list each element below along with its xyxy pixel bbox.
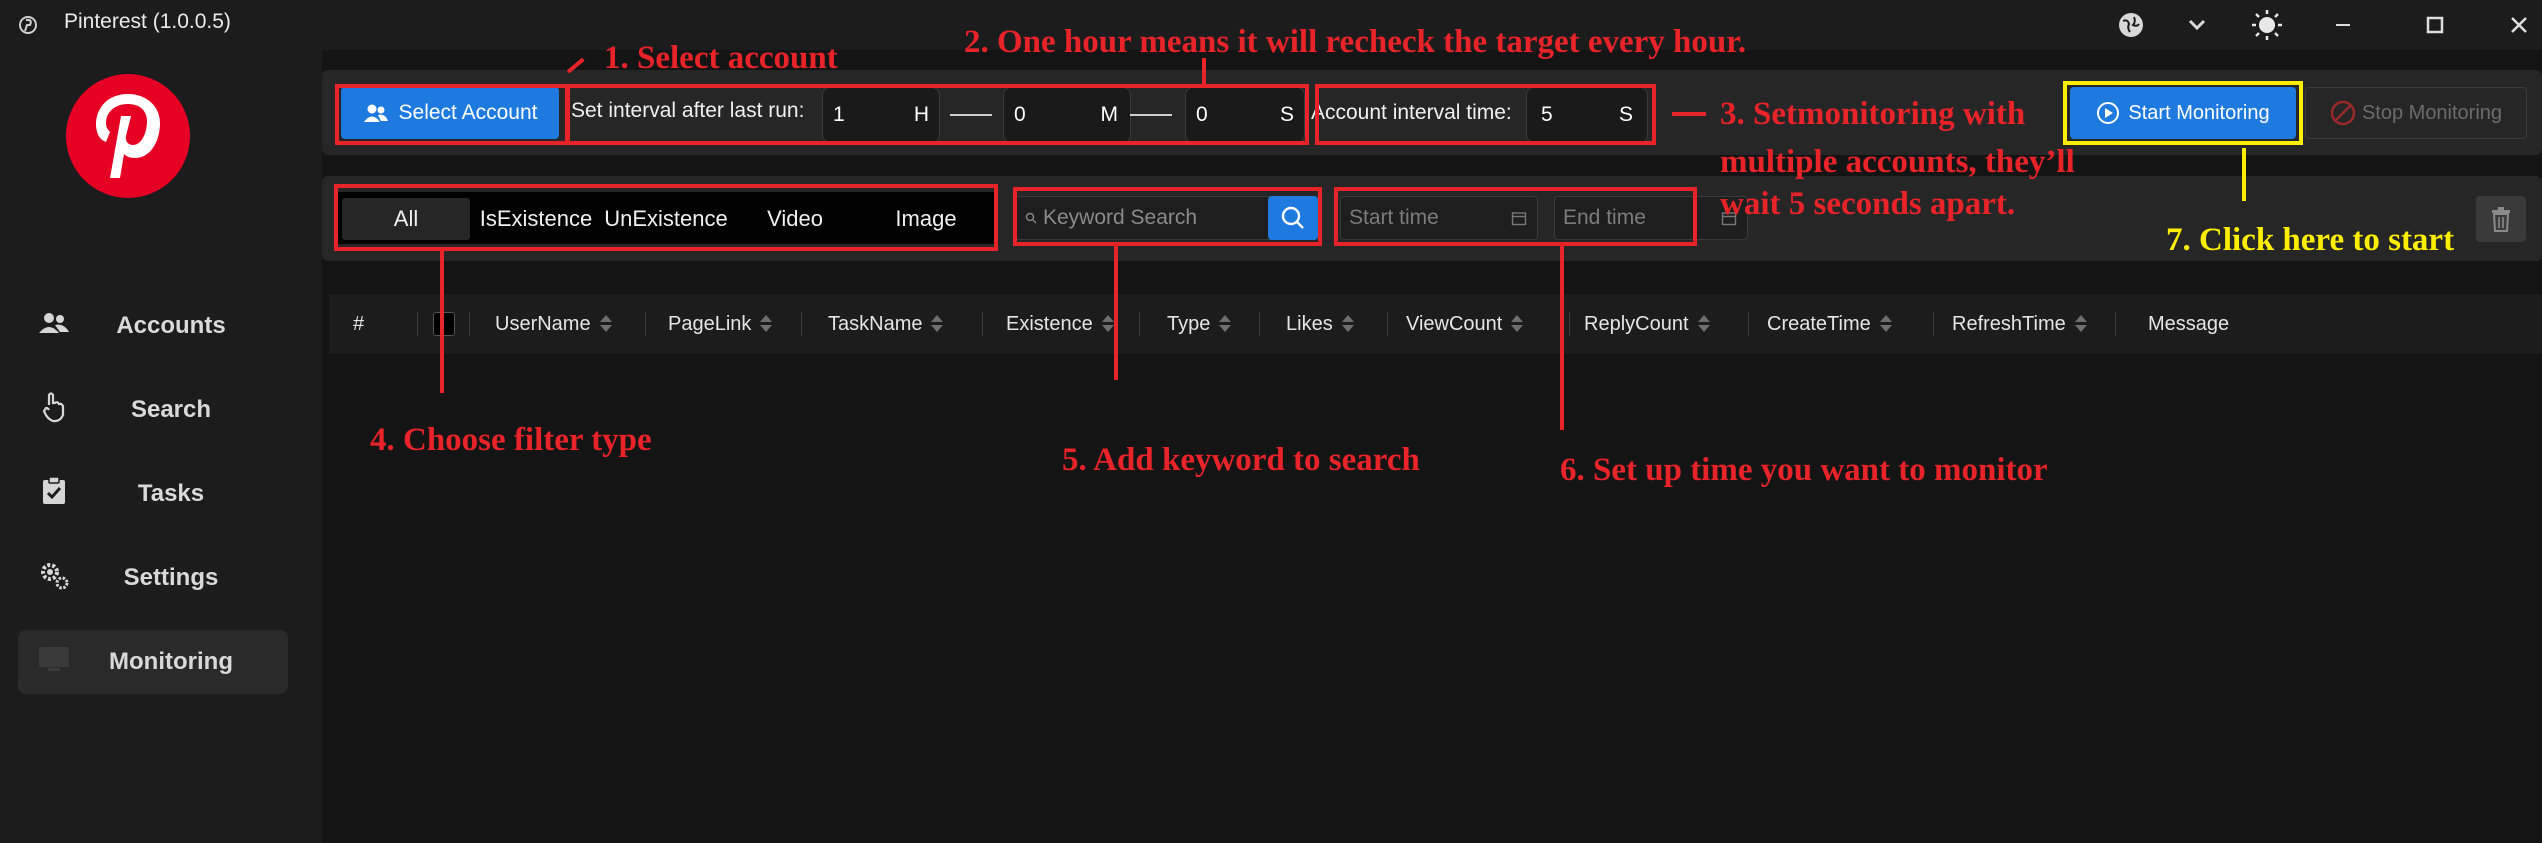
col-message: Message xyxy=(2148,312,2230,335)
annotation-box-start xyxy=(2063,81,2303,145)
sidebar-item-label: Tasks xyxy=(137,480,205,507)
annotation-4: 4. Choose filter type xyxy=(370,422,652,458)
col-existence-label: Existence xyxy=(1006,312,1093,335)
trash-icon xyxy=(2492,207,2510,232)
sidebar-item-label: Search xyxy=(130,396,212,423)
annotation-box-search xyxy=(1013,187,1322,246)
sidebar-item-tasks[interactable]: Tasks xyxy=(18,462,288,526)
minimize-icon[interactable] xyxy=(2324,6,2362,44)
col-taskname[interactable]: TaskName xyxy=(828,294,944,354)
annotation-line xyxy=(1202,58,1206,86)
col-username-label: UserName xyxy=(495,312,591,335)
sidebar-item-search[interactable]: Search xyxy=(18,378,288,442)
col-pagelink[interactable]: PageLink xyxy=(668,294,773,354)
sidebar-item-monitoring[interactable]: Monitoring xyxy=(18,630,288,694)
annotation-3-line-3: wait 5 seconds apart. xyxy=(1720,186,2016,222)
sidebar-item-label: Settings xyxy=(123,564,219,591)
app-title: Pinterest (1.0.0.5) xyxy=(64,10,231,33)
sort-icon[interactable] xyxy=(2074,314,2087,334)
column-separator xyxy=(1569,312,1570,336)
annotation-3-line-2: multiple accounts, they’ll xyxy=(1720,144,2075,180)
chevron-down-icon[interactable] xyxy=(2178,6,2216,44)
sort-icon[interactable] xyxy=(1219,314,1232,334)
annotation-box-account-interval xyxy=(1315,84,1656,145)
annotation-box-filter xyxy=(334,184,998,251)
column-separator xyxy=(801,312,802,336)
annotation-box-time xyxy=(1334,187,1697,246)
col-likes[interactable]: Likes xyxy=(1286,294,1354,354)
column-separator xyxy=(982,312,983,336)
column-separator xyxy=(469,312,470,336)
stop-monitoring-button[interactable]: Stop Monitoring xyxy=(2305,87,2527,139)
gears-icon xyxy=(34,560,74,597)
sort-icon[interactable] xyxy=(931,314,944,334)
app-icon xyxy=(18,15,38,35)
col-pagelink-label: PageLink xyxy=(668,312,752,335)
col-type-label: Type xyxy=(1167,312,1211,335)
sort-icon[interactable] xyxy=(1879,314,1892,334)
col-refreshtime[interactable]: RefreshTime xyxy=(1952,294,2087,354)
sort-icon[interactable] xyxy=(760,314,773,334)
pinterest-logo xyxy=(66,74,190,198)
col-type[interactable]: Type xyxy=(1167,294,1232,354)
col-refreshtime-label: RefreshTime xyxy=(1952,312,2066,335)
monitor-icon xyxy=(34,646,74,679)
column-separator xyxy=(1259,312,1260,336)
annotation-line xyxy=(2242,148,2246,201)
annotation-3-line-1: 3. Setmonitoring with xyxy=(1720,96,2026,132)
col-taskname-label: TaskName xyxy=(828,312,923,335)
col-replycount-label: ReplyCount xyxy=(1584,312,1689,335)
column-separator xyxy=(2115,312,2116,336)
col-username[interactable]: UserName xyxy=(495,294,612,354)
sidebar-item-label: Monitoring xyxy=(109,648,233,675)
sort-icon[interactable] xyxy=(599,314,612,334)
sidebar-item-accounts[interactable]: Accounts xyxy=(18,294,288,358)
sun-icon[interactable] xyxy=(2248,6,2286,44)
sidebar-item-settings[interactable]: Settings xyxy=(18,546,288,610)
annotation-7: 7. Click here to start xyxy=(2166,222,2455,258)
sort-icon[interactable] xyxy=(1697,314,1710,334)
annotation-2: 2. One hour means it will recheck the ta… xyxy=(964,24,1747,60)
annotation-6: 6. Set up time you want to monitor xyxy=(1560,452,2048,488)
annotation-line xyxy=(1672,112,1706,116)
column-separator xyxy=(1933,312,1934,336)
annotation-box-interval xyxy=(566,84,1309,145)
col-existence[interactable]: Existence xyxy=(1006,294,1114,354)
col-index: # xyxy=(353,312,365,335)
table-header: # UserName PageLink TaskName Existence T… xyxy=(329,294,2542,354)
sort-icon[interactable] xyxy=(1341,314,1354,334)
col-createtime-label: CreateTime xyxy=(1767,312,1871,335)
annotation-line xyxy=(1114,246,1118,380)
annotation-line xyxy=(1560,246,1564,430)
delete-button[interactable] xyxy=(2476,196,2526,242)
stop-monitoring-label: Stop Monitoring xyxy=(2361,101,2503,124)
hand-pointer-icon xyxy=(34,391,74,430)
globe-icon[interactable] xyxy=(2112,6,2150,44)
main-content xyxy=(322,50,2542,843)
col-likes-label: Likes xyxy=(1286,312,1333,335)
sidebar-item-label: Accounts xyxy=(116,312,226,339)
close-icon[interactable] xyxy=(2500,6,2538,44)
col-replycount[interactable]: ReplyCount xyxy=(1584,294,1710,354)
column-separator xyxy=(1748,312,1749,336)
users-icon xyxy=(34,310,74,342)
sort-icon[interactable] xyxy=(1101,314,1114,334)
select-all-checkbox[interactable] xyxy=(433,312,455,336)
annotation-1: 1. Select account xyxy=(604,40,838,76)
column-separator xyxy=(1387,312,1388,336)
column-separator xyxy=(645,312,646,336)
col-viewcount[interactable]: ViewCount xyxy=(1406,294,1524,354)
clipboard-check-icon xyxy=(34,475,74,513)
sort-icon[interactable] xyxy=(1511,314,1524,334)
col-viewcount-label: ViewCount xyxy=(1406,312,1503,335)
annotation-box-select-account xyxy=(335,84,569,145)
column-separator xyxy=(1139,312,1140,336)
maximize-icon[interactable] xyxy=(2416,6,2454,44)
annotation-line xyxy=(440,251,444,393)
stop-icon xyxy=(2330,100,2356,126)
annotation-5: 5. Add keyword to search xyxy=(1062,442,1420,478)
col-createtime[interactable]: CreateTime xyxy=(1767,294,1892,354)
column-separator xyxy=(417,312,418,336)
